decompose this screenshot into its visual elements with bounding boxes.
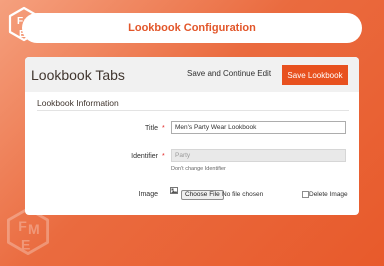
image-icon <box>170 187 178 194</box>
section-divider <box>37 110 349 111</box>
page-header-title: Lookbook Configuration <box>128 22 256 34</box>
identifier-required-marker: * <box>162 153 165 160</box>
svg-text:M: M <box>28 221 40 237</box>
lookbook-panel: Lookbook Tabs Save and Continue Edit Sav… <box>25 57 359 215</box>
choose-file-button[interactable]: Choose File <box>181 190 224 200</box>
title-required-marker: * <box>162 125 165 132</box>
panel-toolbar: Lookbook Tabs Save and Continue Edit Sav… <box>25 57 359 92</box>
section-title: Lookbook Information <box>37 98 119 108</box>
identifier-input[interactable] <box>171 149 346 162</box>
delete-image-label[interactable]: Delete Image <box>309 191 348 198</box>
save-and-continue-button[interactable]: Save and Continue Edit <box>187 69 271 78</box>
title-input[interactable] <box>171 121 346 134</box>
page-title: Lookbook Tabs <box>31 67 125 83</box>
image-label: Image <box>138 191 158 198</box>
header-bar: Lookbook Configuration <box>22 13 362 43</box>
svg-text:E: E <box>21 236 30 252</box>
title-label: Title <box>145 125 158 132</box>
svg-text:F: F <box>18 218 27 234</box>
file-status-text: No file chosen <box>222 191 264 198</box>
identifier-label: Identifier <box>131 153 158 160</box>
save-lookbook-button[interactable]: Save Lookbook <box>282 65 348 85</box>
delete-image-checkbox[interactable] <box>302 191 309 198</box>
identifier-note: Don't change Identifier <box>171 166 226 172</box>
